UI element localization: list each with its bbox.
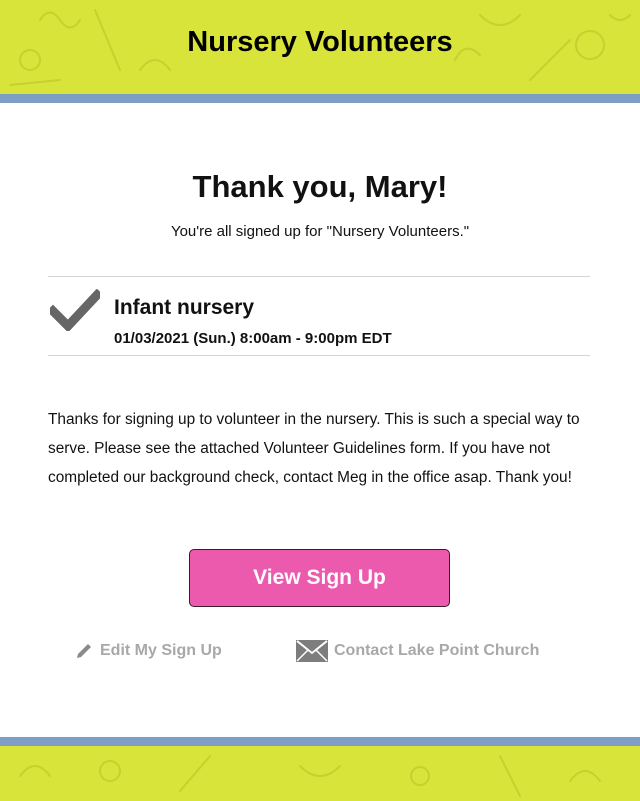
slot-time: 01/03/2021 (Sun.) 8:00am - 9:00pm EDT bbox=[114, 330, 392, 347]
header-banner: Nursery Volunteers bbox=[0, 0, 640, 94]
contact-organizer-label: Contact Lake Point Church bbox=[334, 642, 540, 659]
checkmark-icon bbox=[50, 289, 100, 331]
confirmation-panel: Thank you, Mary! You're all signed up fo… bbox=[0, 103, 640, 737]
footer-stripe bbox=[0, 737, 640, 746]
envelope-icon bbox=[296, 640, 328, 662]
pencil-icon bbox=[77, 644, 91, 658]
footer-banner bbox=[0, 746, 640, 801]
edit-signup-link[interactable]: Edit My Sign Up bbox=[74, 639, 222, 663]
organizer-message: Thanks for signing up to volunteer in th… bbox=[48, 411, 580, 486]
view-signup-button[interactable]: View Sign Up bbox=[189, 549, 450, 607]
slot-name: Infant nursery bbox=[114, 296, 255, 319]
header-stripe bbox=[0, 94, 640, 103]
confirmation-title: Thank you, Mary! bbox=[192, 169, 448, 204]
edit-signup-label: Edit My Sign Up bbox=[100, 642, 222, 659]
doodle-pattern-footer bbox=[19, 755, 601, 797]
signup-slot: Infant nursery 01/03/2021 (Sun.) 8:00am … bbox=[48, 276, 590, 356]
page-title: Nursery Volunteers bbox=[187, 26, 453, 58]
contact-organizer-link[interactable]: Contact Lake Point Church bbox=[296, 639, 539, 663]
confirmation-subtitle: You're all signed up for "Nursery Volunt… bbox=[170, 223, 470, 240]
